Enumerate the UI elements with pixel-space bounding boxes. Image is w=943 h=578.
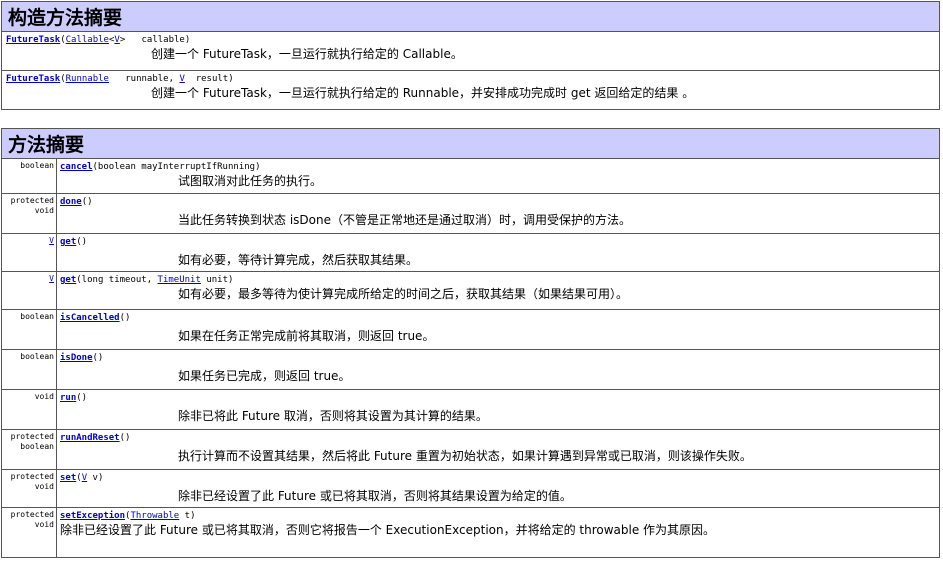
method-modifier: boolean [1, 349, 57, 390]
method-row: isCancelled() 如果在任务正常完成前将其取消，则返回 true。 [56, 309, 940, 350]
constructor-link[interactable]: FutureTask [6, 74, 60, 84]
param-name: runnable, [125, 74, 175, 84]
method-description: 执行计算而不设置其结果，然后将此 Future 重置为初始状态，如果计算遇到异常… [178, 449, 752, 463]
method-modifier: protected void [1, 193, 57, 234]
method-modifier: protected void [1, 469, 57, 508]
method-modifier: void [1, 389, 57, 430]
method-link-run[interactable]: run [60, 393, 76, 403]
method-description: 试图取消对此任务的执行。 [178, 174, 323, 188]
method-link-iscancelled[interactable]: isCancelled [60, 313, 120, 323]
method-description: 如果任务已完成，则返回 true。 [178, 369, 351, 383]
method-link-cancel[interactable]: cancel [60, 162, 93, 172]
constructor-row: FutureTask(Runnable runnable, V result) … [1, 70, 940, 110]
method-summary-title: 方法摘要 [1, 128, 940, 159]
method-modifier: boolean [1, 158, 57, 194]
method-row: set(V v) 除非已经设置了此 Future 或已将其取消，否则将其结果设置… [56, 469, 940, 508]
timeunit-link[interactable]: TimeUnit [158, 275, 201, 285]
method-description: 如有必要，等待计算完成，然后获取其结果。 [178, 253, 419, 267]
method-link-setexception[interactable]: setException [60, 511, 125, 521]
constructor-summary-table: 构造方法摘要 FutureTask(Callable<V> callable) … [1, 1, 940, 110]
constructor-row: FutureTask(Callable<V> callable) 创建一个 Fu… [1, 31, 940, 71]
method-row: setException(Throwable t) 除非已经设置了此 Futur… [56, 507, 940, 558]
method-row: runAndReset() 执行计算而不设置其结果，然后将此 Future 重置… [56, 429, 940, 470]
method-row: get() 如有必要，等待计算完成，然后获取其结果。 [56, 233, 940, 272]
param-name: result [195, 74, 229, 84]
method-description: 除非已经设置了此 Future 或已将其取消，否则将其结果设置为给定的值。 [178, 489, 572, 503]
method-link-set[interactable]: set [60, 473, 76, 483]
param-type-link[interactable]: Runnable [66, 74, 109, 84]
method-row: get(long timeout, TimeUnit unit) 如有必要，最多… [56, 271, 940, 310]
method-modifier: V [1, 233, 57, 272]
throwable-link[interactable]: Throwable [130, 511, 179, 521]
method-link-isdone[interactable]: isDone [60, 353, 93, 363]
method-summary-table: 方法摘要 boolean cancel(boolean mayInterrupt… [1, 128, 940, 558]
param-name: callable [141, 35, 185, 45]
method-description: 除非已将此 Future 取消，否则将其设置为其计算的结果。 [178, 409, 488, 423]
method-description: 除非已经设置了此 Future 或已将其取消，否则它将报告一个 Executio… [60, 523, 716, 537]
method-modifier: boolean [1, 309, 57, 350]
return-type-link[interactable]: V [49, 236, 54, 245]
method-link-get-timeout[interactable]: get [60, 275, 76, 285]
method-modifier: V [1, 271, 57, 310]
constructor-description: 创建一个 FutureTask，一旦运行就执行给定的 Callable。 [151, 47, 463, 61]
method-description: 如有必要，最多等待为使计算完成所给定的时间之后，获取其结果（如果结果可用）。 [178, 287, 629, 301]
method-link-runandreset[interactable]: runAndReset [60, 433, 120, 443]
method-row: run() 除非已将此 Future 取消，否则将其设置为其计算的结果。 [56, 389, 940, 430]
return-type-link[interactable]: V [49, 274, 54, 283]
type-arg-link[interactable]: V [114, 35, 119, 45]
method-row: done() 当此任务转换到状态 isDone（不管是正常地还是通过取消）时，调… [56, 193, 940, 234]
constructor-description: 创建一个 FutureTask，一旦运行就执行给定的 Runnable，并安排成… [151, 86, 695, 100]
method-row: cancel(boolean mayInterruptIfRunning) 试图… [56, 158, 940, 194]
method-row: isDone() 如果任务已完成，则返回 true。 [56, 349, 940, 390]
constructor-link[interactable]: FutureTask [6, 35, 60, 45]
param-type-link[interactable]: V [179, 74, 184, 84]
method-link-get[interactable]: get [60, 237, 76, 247]
method-description: 如果在任务正常完成前将其取消，则返回 true。 [178, 329, 435, 343]
method-description: 当此任务转换到状态 isDone（不管是正常地还是通过取消）时，调用受保护的方法… [178, 213, 631, 227]
method-link-done[interactable]: done [60, 197, 82, 207]
method-modifier: protected boolean [1, 429, 57, 470]
constructor-summary-title: 构造方法摘要 [1, 1, 940, 32]
param-type-link[interactable]: Callable [66, 35, 109, 45]
